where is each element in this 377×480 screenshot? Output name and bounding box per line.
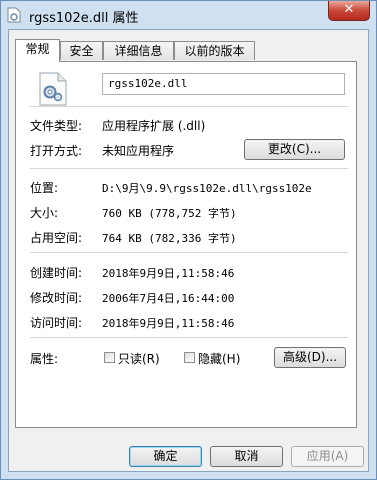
tab-previous-versions[interactable]: 以前的版本 [174, 41, 255, 60]
dialog-client: 常规 安全 详细信息 以前的版本 rgss102e.dll 文件类型: 应用程序… [8, 29, 369, 472]
accessed-value: 2018年9月9日,11:58:46 [102, 317, 235, 330]
properties-window: rgss102e.dll 属性 ✕ 常规 安全 详细信息 以前的版本 rgss1… [0, 0, 377, 480]
size-value: 760 KB (778,752 字节) [102, 207, 237, 220]
attributes-label: 属性: [30, 352, 59, 366]
hidden-label[interactable]: 隐藏(H) [198, 350, 240, 367]
close-button[interactable]: ✕ [328, 1, 370, 21]
open-with-value: 未知应用程序 [102, 144, 175, 158]
open-with-label: 打开方式: [30, 144, 83, 158]
cancel-button[interactable]: 取消 [210, 446, 283, 467]
title-bar[interactable]: rgss102e.dll 属性 ✕ [1, 1, 376, 29]
separator [30, 168, 348, 169]
hidden-checkbox[interactable] [184, 352, 195, 363]
close-icon: ✕ [343, 2, 355, 17]
size-on-disk-label: 占用空间: [30, 231, 83, 245]
tab-details[interactable]: 详细信息 [103, 41, 174, 60]
accessed-label: 访问时间: [30, 316, 83, 330]
readonly-label[interactable]: 只读(R) [118, 350, 160, 367]
location-value: D:\9月\9.9\rgss102e.dll\rgss102e [102, 182, 312, 195]
created-value: 2018年9月9日,11:58:46 [102, 267, 235, 280]
location-label: 位置: [30, 181, 59, 195]
dll-file-icon [7, 7, 21, 23]
readonly-checkbox[interactable] [104, 352, 115, 363]
file-type-value: 应用程序扩展 (.dll) [102, 119, 206, 133]
tab-general[interactable]: 常规 [15, 39, 60, 62]
ok-button[interactable]: 确定 [129, 446, 202, 467]
file-type-label: 文件类型: [30, 119, 83, 133]
file-name-field[interactable]: rgss102e.dll [102, 73, 345, 95]
apply-button[interactable]: 应用(A) [291, 446, 364, 467]
change-button[interactable]: 更改(C)... [244, 139, 345, 160]
separator [30, 337, 348, 338]
modified-value: 2006年7月4日,16:44:00 [102, 292, 235, 305]
general-panel: rgss102e.dll 文件类型: 应用程序扩展 (.dll) 打开方式: 未… [15, 61, 357, 428]
advanced-button[interactable]: 高级(D)... [274, 347, 346, 368]
size-label: 大小: [30, 206, 59, 220]
modified-label: 修改时间: [30, 291, 83, 305]
separator [30, 106, 348, 107]
created-label: 创建时间: [30, 266, 83, 280]
separator [30, 252, 348, 253]
size-on-disk-value: 764 KB (782,336 字节) [102, 232, 237, 245]
window-title: rgss102e.dll 属性 [29, 11, 139, 26]
tab-security[interactable]: 安全 [60, 41, 103, 60]
dll-file-large-icon [39, 72, 67, 106]
